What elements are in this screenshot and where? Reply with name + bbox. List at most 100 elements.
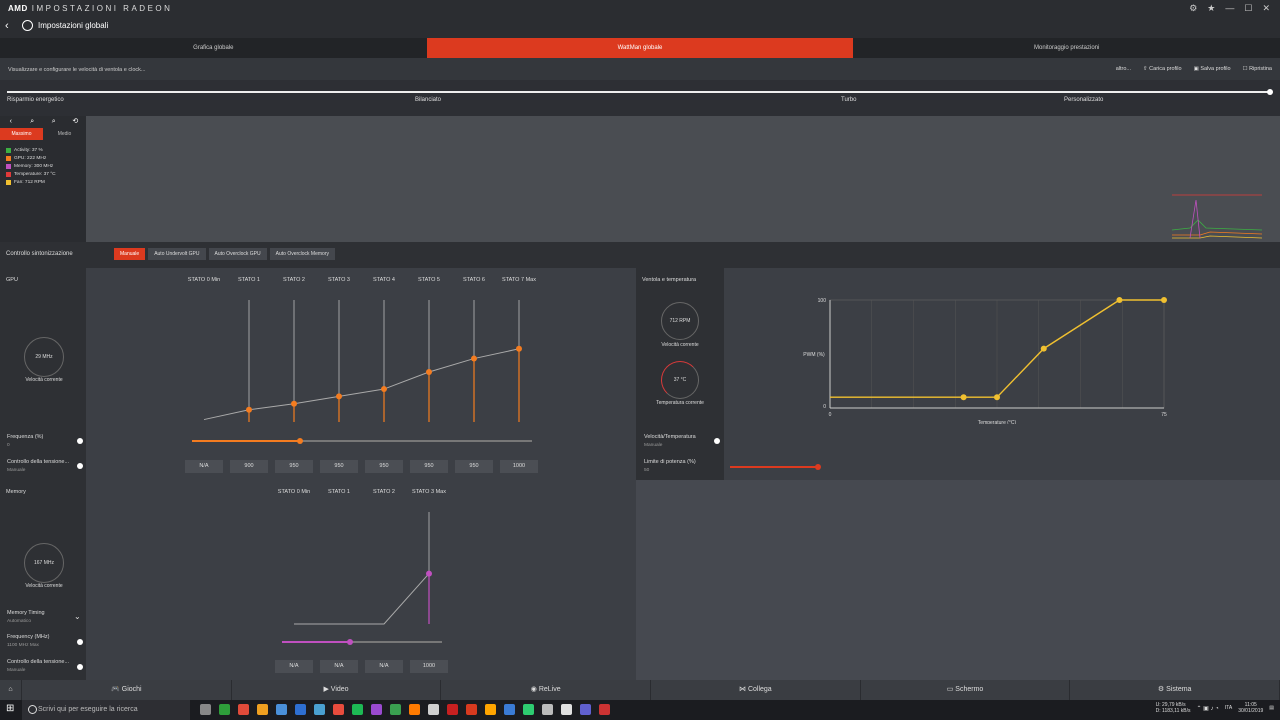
taskbar-app-icon[interactable] xyxy=(238,704,249,715)
more-link[interactable]: altro... xyxy=(1116,66,1131,72)
preset-turbo[interactable]: Turbo xyxy=(841,97,856,103)
gpu-state-point[interactable] xyxy=(336,393,342,400)
mode-auto-undervolt-button[interactable]: Auto Undervolt GPU xyxy=(148,248,206,260)
gpu-voltage-input[interactable]: 950 xyxy=(320,460,358,473)
tab-maximum[interactable]: Massimo xyxy=(0,128,43,140)
gpu-volt-radio[interactable] xyxy=(77,463,83,469)
zoom-out-icon[interactable]: ⌕ xyxy=(43,116,65,128)
graph-back-icon[interactable]: ‹ xyxy=(0,116,22,128)
tray-icons[interactable]: ⌃ ▣ ♪ ◔ xyxy=(1196,705,1218,712)
gpu-state-point[interactable] xyxy=(381,386,387,393)
tab-video[interactable]: ▶ Video xyxy=(232,680,442,700)
taskbar-app-icon[interactable] xyxy=(390,704,401,715)
save-profile-button[interactable]: ▣ Salva profilo xyxy=(1194,66,1231,72)
preset-slider-handle[interactable] xyxy=(1267,89,1273,95)
memory-voltage-input[interactable]: N/A xyxy=(275,660,313,673)
taskbar-app-icon[interactable] xyxy=(257,704,268,715)
fan-curve-point[interactable] xyxy=(1116,297,1123,303)
minimize-button[interactable]: — xyxy=(1225,3,1234,14)
gpu-voltage-input[interactable]: 950 xyxy=(410,460,448,473)
back-button[interactable]: ‹ xyxy=(5,20,9,32)
fan-curve-point[interactable] xyxy=(994,394,1000,401)
memory-voltage-input[interactable]: N/A xyxy=(365,660,403,673)
tab-relive[interactable]: ◉ ReLive xyxy=(441,680,652,700)
mode-auto-overclock-memory-button[interactable]: Auto Overclock Memory xyxy=(269,248,335,260)
load-profile-button[interactable]: ⇧ Carica profilo xyxy=(1143,66,1182,72)
tab-performance-monitor[interactable]: Monitoraggio prestazioni xyxy=(853,38,1280,58)
taskbar-app-icon[interactable] xyxy=(219,704,230,715)
tab-system[interactable]: ⚙ Sistema xyxy=(1070,680,1280,700)
gpu-voltage-input[interactable]: N/A xyxy=(185,460,223,473)
reset-button[interactable]: ☐ Ripristina xyxy=(1243,66,1272,72)
taskbar-app-icon[interactable] xyxy=(409,704,420,715)
windows-start-icon[interactable]: ⊞ xyxy=(6,703,14,714)
memory-freq-radio[interactable] xyxy=(77,639,83,645)
memory-state-point[interactable] xyxy=(426,570,432,577)
taskbar-app-icon[interactable] xyxy=(276,704,287,715)
gpu-freq-radio[interactable] xyxy=(77,438,83,444)
fan-curve-point[interactable] xyxy=(1040,345,1047,352)
memory-voltage-input[interactable]: 1000 xyxy=(410,660,448,673)
mode-auto-overclock-gpu-button[interactable]: Auto Overclock GPU xyxy=(208,248,267,260)
gpu-voltage-input[interactable]: 950 xyxy=(365,460,403,473)
maximize-button[interactable]: ☐ xyxy=(1244,3,1252,14)
gpu-state-point[interactable] xyxy=(426,368,432,375)
taskbar-app-icon[interactable] xyxy=(561,704,572,715)
language-indicator[interactable]: ITA xyxy=(1225,705,1232,711)
gpu-voltage-input[interactable]: 900 xyxy=(230,460,268,473)
preset-power-saving[interactable]: Risparmio energetico xyxy=(7,97,64,103)
taskbar-app-icon[interactable] xyxy=(504,704,515,715)
taskbar-app-icon[interactable] xyxy=(599,704,610,715)
taskbar-app-icon[interactable] xyxy=(352,704,363,715)
tab-average[interactable]: Medio xyxy=(43,128,86,140)
gpu-voltage-input[interactable]: 1000 xyxy=(500,460,538,473)
fan-speedtemp-radio[interactable] xyxy=(714,438,720,444)
preset-custom[interactable]: Personalizzato xyxy=(1064,97,1103,103)
taskbar-app-icon[interactable] xyxy=(523,704,534,715)
preset-slider-track[interactable] xyxy=(7,91,1271,93)
home-icon[interactable]: ⌂ xyxy=(0,680,22,700)
taskbar-app-icon[interactable] xyxy=(447,704,458,715)
taskbar-app-icon[interactable] xyxy=(314,704,325,715)
preset-balanced[interactable]: Bilanciato xyxy=(415,97,441,103)
taskbar-app-icon[interactable] xyxy=(295,704,306,715)
tab-display[interactable]: ▭ Schermo xyxy=(861,680,1071,700)
power-limit-slider-handle[interactable] xyxy=(815,464,821,470)
taskbar-app-icon[interactable] xyxy=(428,704,439,715)
settings-icon[interactable]: ⚙ xyxy=(1189,3,1197,14)
notification-icon[interactable]: ▤ xyxy=(1269,705,1274,711)
gpu-state-point[interactable] xyxy=(471,355,477,362)
legend-swatch xyxy=(6,163,11,169)
taskbar-app-icon[interactable] xyxy=(485,704,496,715)
zoom-in-icon[interactable]: ⌕ xyxy=(22,116,44,128)
power-limit-slider-track[interactable] xyxy=(730,466,818,468)
close-button[interactable]: ✕ xyxy=(1262,3,1270,14)
gpu-voltage-input[interactable]: 950 xyxy=(275,460,313,473)
taskbar-app-icon[interactable] xyxy=(333,704,344,715)
fan-curve-point[interactable] xyxy=(960,394,967,401)
taskbar-app-icon[interactable] xyxy=(371,704,382,715)
clock[interactable]: 11:05 30/01/2019 xyxy=(1238,702,1263,714)
taskbar-app-icon[interactable] xyxy=(466,704,477,715)
gpu-state-point[interactable] xyxy=(246,406,252,413)
tab-global-graphics[interactable]: Grafica globale xyxy=(0,38,427,58)
taskbar-app-icon[interactable] xyxy=(542,704,553,715)
gpu-voltage-input[interactable]: 950 xyxy=(455,460,493,473)
gpu-freq-slider-handle[interactable] xyxy=(297,438,303,444)
fan-curve-point[interactable] xyxy=(1161,297,1167,303)
tab-connect[interactable]: ⋈ Collega xyxy=(651,680,861,700)
chevron-down-icon[interactable]: ⌄ xyxy=(74,612,81,621)
star-icon[interactable]: ★ xyxy=(1207,3,1215,14)
gpu-state-point[interactable] xyxy=(291,400,297,407)
memory-freq-slider-handle[interactable] xyxy=(347,639,353,645)
memory-volt-radio[interactable] xyxy=(77,664,83,670)
taskbar-app-icon[interactable] xyxy=(580,704,591,715)
graph-reset-icon[interactable]: ⟲ xyxy=(65,116,87,128)
taskbar-search-input[interactable]: Scrivi qui per eseguire la ricerca xyxy=(22,700,190,720)
tab-wattman[interactable]: WattMan globale xyxy=(426,38,854,58)
memory-voltage-input[interactable]: N/A xyxy=(320,660,358,673)
gpu-state-point[interactable] xyxy=(516,345,522,352)
mode-manual-button[interactable]: Manuale xyxy=(114,248,146,260)
taskbar-app-icon[interactable] xyxy=(200,704,211,715)
tab-games[interactable]: 🎮 Giochi xyxy=(22,680,232,700)
